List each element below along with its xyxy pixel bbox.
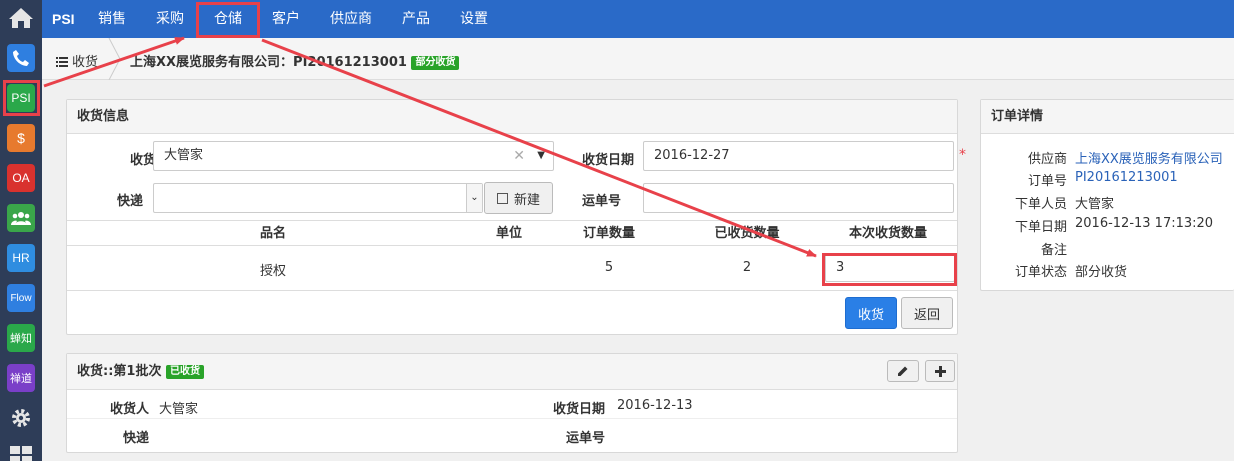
annotation-arrows bbox=[43, 36, 817, 258]
arrow-to-quantity bbox=[261, 38, 817, 258]
arrow-to-warehouse bbox=[43, 36, 185, 88]
